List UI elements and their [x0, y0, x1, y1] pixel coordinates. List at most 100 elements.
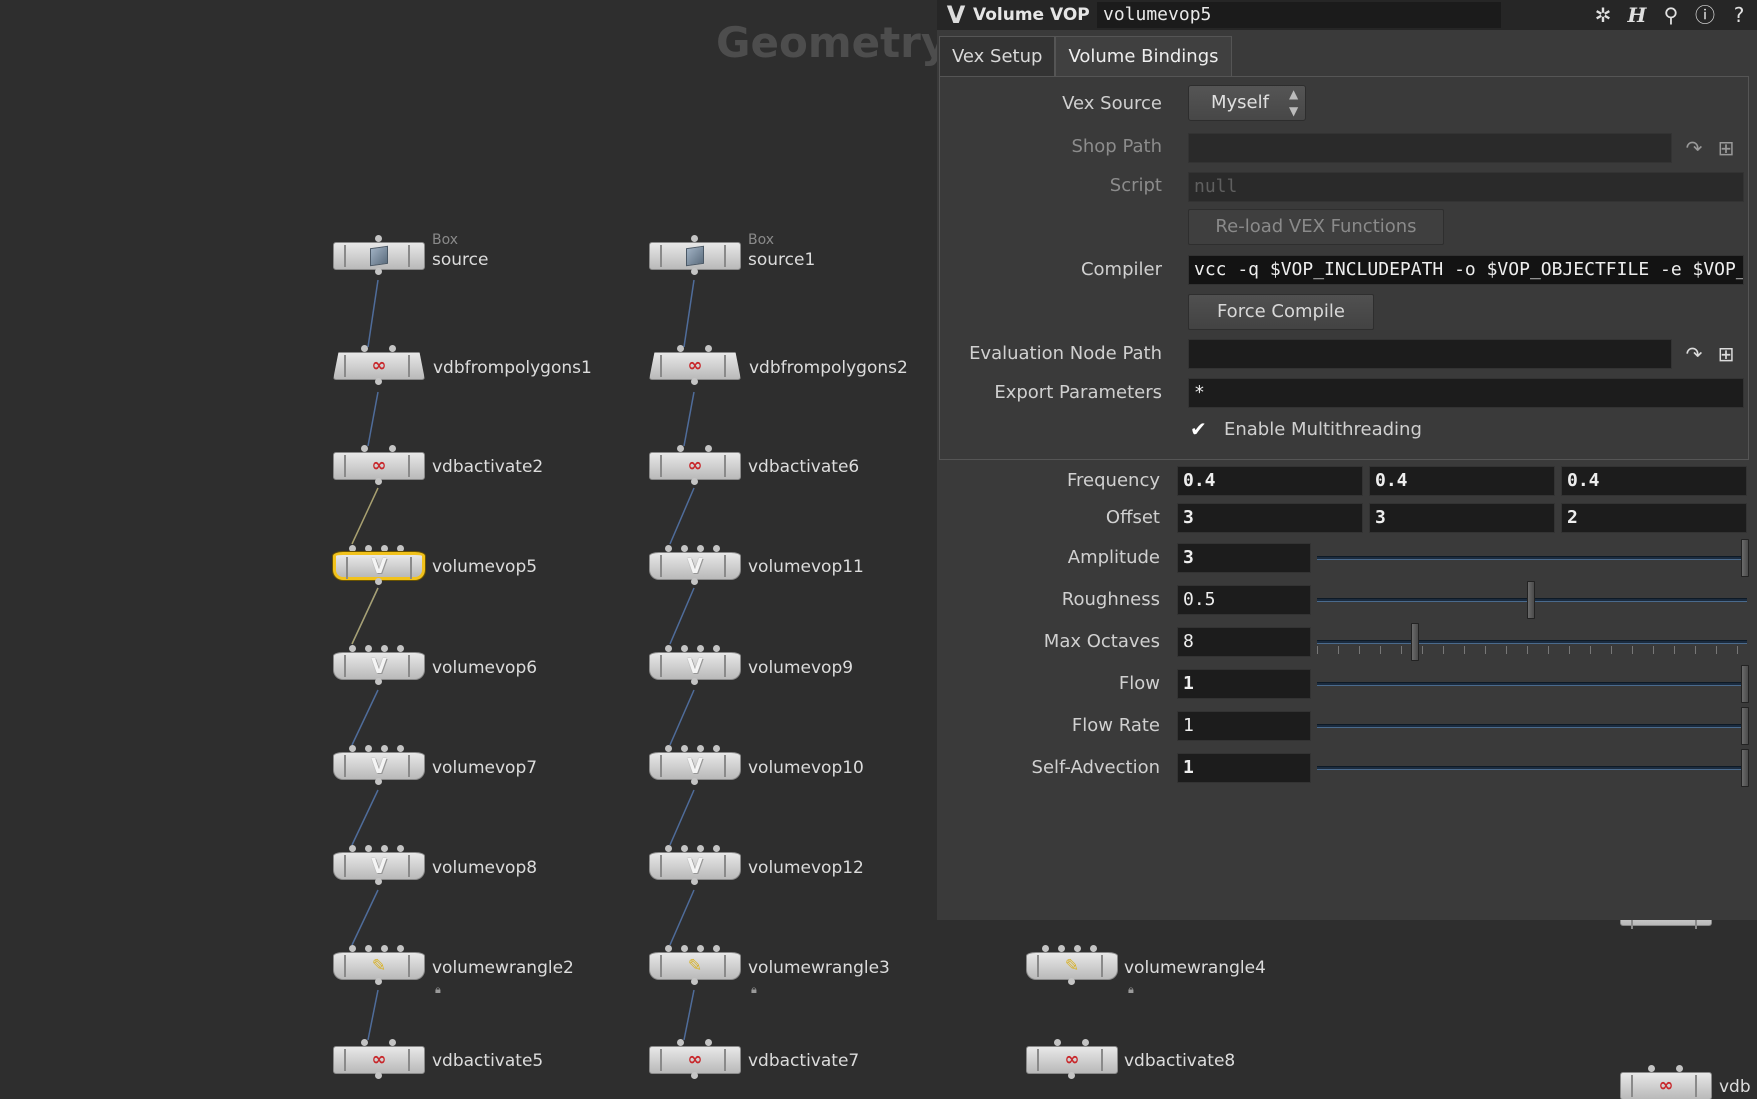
- node-label[interactable]: volumevop10: [748, 758, 864, 778]
- roughness-slider-handle[interactable]: [1527, 581, 1535, 619]
- flow-rate-slider[interactable]: [1317, 724, 1747, 728]
- node-label[interactable]: vdbactivate2: [432, 457, 543, 477]
- search-icon[interactable]: ⚲: [1657, 2, 1685, 28]
- roughness-field[interactable]: 0.5: [1177, 585, 1311, 615]
- vex-source-value: Myself: [1211, 92, 1269, 113]
- flow-slider[interactable]: [1317, 682, 1747, 686]
- amplitude-label: Amplitude: [1067, 547, 1160, 568]
- tab-vex-setup[interactable]: Vex Setup: [939, 36, 1056, 76]
- jump-arrow-icon[interactable]: ↷: [1680, 135, 1708, 161]
- vex-source-menu[interactable]: Myself ▲ ▼: [1188, 85, 1306, 121]
- node-label[interactable]: vdbactivate8: [1124, 1051, 1235, 1071]
- flow-field[interactable]: 1: [1177, 669, 1311, 699]
- node-label[interactable]: source: [432, 250, 488, 270]
- node-source1[interactable]: [649, 235, 741, 275]
- max-octaves-label: Max Octaves: [1043, 631, 1160, 652]
- node-label[interactable]: vdbfrompolygons1: [433, 358, 592, 378]
- node-label[interactable]: volumevop8: [432, 858, 537, 878]
- node-chooser-icon[interactable]: ⊞: [1712, 135, 1740, 161]
- node-label[interactable]: volumewrangle4: [1124, 958, 1266, 978]
- node-volumewrangle3[interactable]: ✎: [649, 945, 741, 985]
- reload-vex-functions-button[interactable]: Re-load VEX Functions: [1188, 209, 1444, 245]
- gear-icon[interactable]: ✲: [1589, 2, 1617, 28]
- houdini-help-icon[interactable]: H: [1623, 2, 1651, 28]
- amplitude-field[interactable]: 3: [1177, 543, 1311, 573]
- node-volumevop7[interactable]: V: [333, 745, 425, 785]
- node-volumevop8[interactable]: V: [333, 845, 425, 885]
- vop-icon: V: [371, 854, 387, 878]
- node-label[interactable]: volumevop9: [748, 658, 853, 678]
- self-advection-slider-handle[interactable]: [1741, 749, 1749, 787]
- node-vdbactivate2[interactable]: ∞: [333, 445, 425, 485]
- vop-icon: V: [687, 654, 703, 678]
- offset-y-field[interactable]: 3: [1369, 503, 1555, 533]
- export-parameters-field[interactable]: *: [1188, 378, 1744, 408]
- node-vdbactivate5[interactable]: ∞: [333, 1039, 425, 1079]
- node-volumevop12[interactable]: V: [649, 845, 741, 885]
- node-label[interactable]: volumevop7: [432, 758, 537, 778]
- flow-rate-field[interactable]: 1: [1177, 711, 1311, 741]
- node-label[interactable]: vdb: [1719, 1077, 1751, 1097]
- node-volumevop10[interactable]: V: [649, 745, 741, 785]
- node-label[interactable]: volumewrangle3: [748, 958, 890, 978]
- vop-icon: V: [687, 854, 703, 878]
- node-volumevop9[interactable]: V: [649, 645, 741, 685]
- script-field[interactable]: null: [1188, 172, 1744, 202]
- node-vdbactivate8[interactable]: ∞: [1026, 1039, 1118, 1079]
- node-type-label: Box: [432, 232, 459, 248]
- node-volumewrangle2[interactable]: ✎: [333, 945, 425, 985]
- node-vdbactivate6[interactable]: ∞: [649, 445, 741, 485]
- jump-arrow-icon[interactable]: ↷: [1680, 341, 1708, 367]
- node-label[interactable]: volumewrangle2: [432, 958, 574, 978]
- node-label[interactable]: volumevop12: [748, 858, 864, 878]
- node-label[interactable]: volumevop6: [432, 658, 537, 678]
- self-advection-field[interactable]: 1: [1177, 753, 1311, 783]
- max-octaves-slider[interactable]: [1317, 640, 1747, 644]
- checkmark-icon[interactable]: ✔: [1190, 419, 1210, 439]
- flow-slider-handle[interactable]: [1741, 665, 1749, 703]
- amplitude-slider[interactable]: [1317, 556, 1747, 560]
- node-label[interactable]: vdbactivate6: [748, 457, 859, 477]
- node-source[interactable]: [333, 235, 425, 275]
- node-volumevop5[interactable]: V: [333, 545, 425, 585]
- frequency-y-field[interactable]: 0.4: [1369, 466, 1555, 496]
- node-type-label: Box: [748, 232, 775, 248]
- node-volumevop11[interactable]: V: [649, 545, 741, 585]
- shop-path-field[interactable]: [1188, 133, 1672, 163]
- force-compile-button[interactable]: Force Compile: [1188, 294, 1374, 330]
- help-icon[interactable]: ?: [1725, 2, 1753, 28]
- node-name-field[interactable]: volumevop5: [1097, 2, 1501, 28]
- evaluation-node-path-field[interactable]: [1188, 339, 1672, 369]
- offset-x-field[interactable]: 3: [1177, 503, 1363, 533]
- node-label[interactable]: source1: [748, 250, 815, 270]
- roughness-label: Roughness: [1061, 589, 1160, 610]
- node-vdbactivate7[interactable]: ∞: [649, 1039, 741, 1079]
- node-label[interactable]: vdbactivate5: [432, 1051, 543, 1071]
- enable-multithreading-label[interactable]: Enable Multithreading: [1224, 419, 1422, 440]
- node-chooser-icon[interactable]: ⊞: [1712, 341, 1740, 367]
- self-advection-slider[interactable]: [1317, 766, 1747, 770]
- frequency-z-field[interactable]: 0.4: [1561, 466, 1747, 496]
- node-vdbfrompolygons2[interactable]: ∞: [649, 345, 741, 385]
- node-volumewrangle4[interactable]: ✎: [1026, 945, 1118, 985]
- amplitude-slider-handle[interactable]: [1741, 539, 1749, 577]
- node-label[interactable]: volumevop5: [432, 557, 537, 577]
- shop-path-label: Shop Path: [1071, 136, 1162, 157]
- parameter-title-bar: V Volume VOP volumevop5 ✲ H ⚲ ⓘ ?: [937, 0, 1757, 30]
- node-label[interactable]: vdbfrompolygons2: [749, 358, 908, 378]
- frequency-x-field[interactable]: 0.4: [1177, 466, 1363, 496]
- max-octaves-slider-handle[interactable]: [1411, 623, 1419, 661]
- offset-z-field[interactable]: 2: [1561, 503, 1747, 533]
- node-vdbfrompolygons1[interactable]: ∞: [333, 345, 425, 385]
- node-vdb-partial[interactable]: ∞: [1620, 1065, 1712, 1099]
- flow-label: Flow: [1118, 673, 1160, 694]
- max-octaves-field[interactable]: 8: [1177, 627, 1311, 657]
- wrangle-icon: ✎: [371, 955, 387, 976]
- node-label[interactable]: vdbactivate7: [748, 1051, 859, 1071]
- info-icon[interactable]: ⓘ: [1691, 2, 1719, 28]
- node-volumevop6[interactable]: V: [333, 645, 425, 685]
- node-label[interactable]: volumevop11: [748, 557, 864, 577]
- flow-rate-slider-handle[interactable]: [1741, 707, 1749, 745]
- compiler-field[interactable]: vcc -q $VOP_INCLUDEPATH -o $VOP_OBJECTFI…: [1188, 255, 1744, 285]
- tab-volume-bindings[interactable]: Volume Bindings: [1055, 36, 1232, 76]
